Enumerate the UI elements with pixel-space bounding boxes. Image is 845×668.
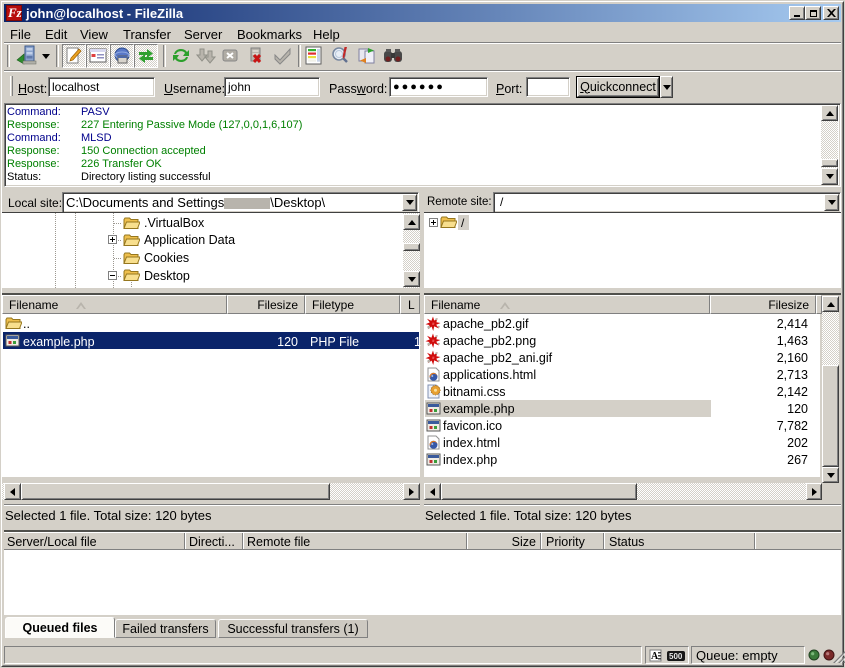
svg-text:500: 500 [669,652,683,661]
svg-text:A: A [651,651,659,662]
